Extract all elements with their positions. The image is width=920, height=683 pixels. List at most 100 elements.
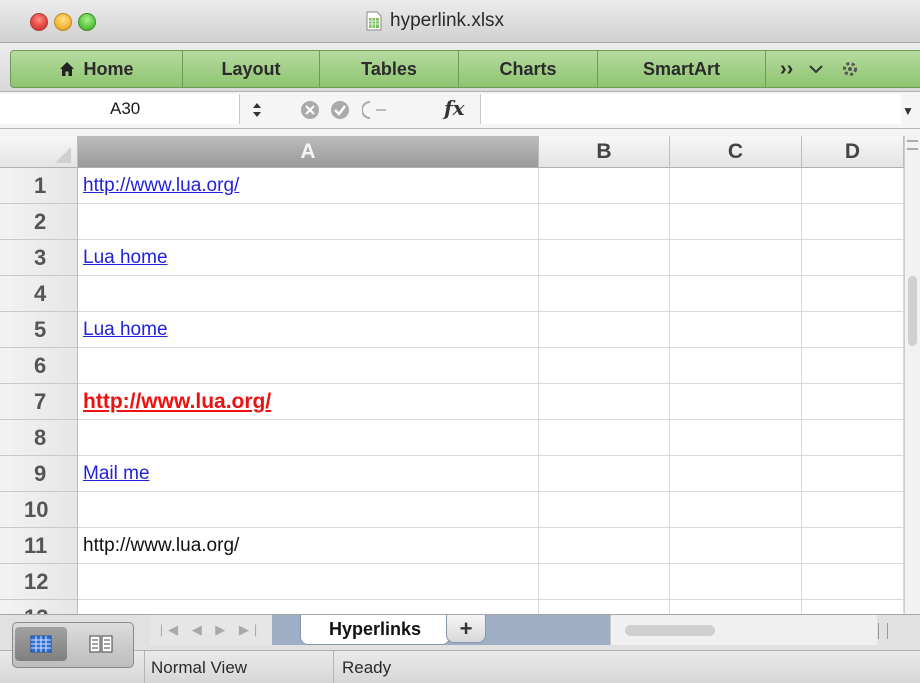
hyperlink-text[interactable]: Lua home (83, 319, 168, 341)
chevron-down-icon[interactable] (809, 64, 824, 74)
cell-c[interactable] (670, 600, 802, 614)
cell-c[interactable] (670, 168, 802, 204)
cell-d[interactable] (802, 420, 904, 456)
zoom-window-button[interactable] (78, 13, 96, 31)
tab-home[interactable]: Home (11, 51, 183, 87)
cell-c[interactable] (670, 492, 802, 528)
row-header[interactable]: 2 (0, 204, 78, 240)
page-layout-view-button[interactable] (75, 627, 127, 661)
cell-b[interactable] (539, 276, 670, 312)
row-header[interactable]: 9 (0, 456, 78, 492)
hyperlink-text[interactable]: Lua home (83, 247, 168, 269)
cell-c[interactable] (670, 528, 802, 564)
cell-b[interactable] (539, 348, 670, 384)
row-header[interactable]: 4 (0, 276, 78, 312)
cell-a[interactable]: http://www.lua.org/ (78, 528, 539, 564)
row-header[interactable]: 11 (0, 528, 78, 564)
horizontal-scroll-thumb[interactable] (625, 625, 715, 636)
cell-b[interactable] (539, 204, 670, 240)
horizontal-split-handle-icon[interactable] (878, 623, 888, 639)
cell-c[interactable] (670, 204, 802, 240)
formula-input[interactable] (480, 94, 901, 124)
cell-b[interactable] (539, 168, 670, 204)
cell-b[interactable] (539, 240, 670, 276)
cell-d[interactable] (802, 204, 904, 240)
cell-a[interactable] (78, 276, 539, 312)
cell-d[interactable] (802, 168, 904, 204)
cell-a[interactable] (78, 600, 539, 614)
column-header-b[interactable]: B (539, 136, 670, 168)
cell-a[interactable] (78, 492, 539, 528)
horizontal-scrollbar[interactable] (610, 615, 877, 645)
cell-a[interactable]: Lua home (78, 240, 539, 276)
cell-a[interactable]: Mail me (78, 456, 539, 492)
gear-icon[interactable] (839, 58, 861, 80)
sheet-tab-hyperlinks[interactable]: Hyperlinks (300, 615, 450, 645)
row-header[interactable]: 3 (0, 240, 78, 276)
cell-b[interactable] (539, 312, 670, 348)
close-window-button[interactable] (30, 13, 48, 31)
cell-c[interactable] (670, 240, 802, 276)
cell-a[interactable] (78, 204, 539, 240)
tab-smartart[interactable]: SmartArt (598, 51, 766, 87)
cell-d[interactable] (802, 600, 904, 614)
cell-d[interactable] (802, 456, 904, 492)
row-header[interactable]: 1 (0, 168, 78, 204)
cell-c[interactable] (670, 456, 802, 492)
vertical-scrollbar[interactable] (904, 136, 920, 614)
cell-b[interactable] (539, 456, 670, 492)
row-header[interactable]: 6 (0, 348, 78, 384)
cell-d[interactable] (802, 312, 904, 348)
cell-d[interactable] (802, 240, 904, 276)
cell-a[interactable]: http://www.lua.org/ (78, 168, 539, 204)
cell-b[interactable] (539, 564, 670, 600)
hyperlink-text[interactable]: Mail me (83, 463, 150, 485)
row-header[interactable]: 7 (0, 384, 78, 420)
cell-b[interactable] (539, 528, 670, 564)
cell-d[interactable] (802, 276, 904, 312)
name-box-stepper-icon[interactable] (250, 98, 264, 122)
sheet-navigation-arrows[interactable]: |◀ ◀ ▶ ▶| (150, 615, 272, 645)
tab-charts[interactable]: Charts (459, 51, 598, 87)
insert-function-icon[interactable] (362, 100, 400, 120)
cell-d[interactable] (802, 528, 904, 564)
cell-d[interactable] (802, 348, 904, 384)
cancel-formula-icon[interactable] (300, 100, 320, 120)
column-header-a[interactable]: A (78, 136, 539, 168)
cell-c[interactable] (670, 276, 802, 312)
minimize-window-button[interactable] (54, 13, 72, 31)
vertical-scroll-thumb[interactable] (908, 276, 917, 346)
normal-view-button[interactable] (15, 627, 67, 661)
row-header[interactable]: 13 (0, 600, 78, 614)
tab-layout[interactable]: Layout (183, 51, 320, 87)
cell-a[interactable] (78, 420, 539, 456)
cell-c[interactable] (670, 384, 802, 420)
cell-c[interactable] (670, 420, 802, 456)
split-handle-icon[interactable] (907, 140, 918, 150)
cell-c[interactable] (670, 348, 802, 384)
cell-d[interactable] (802, 564, 904, 600)
add-sheet-button[interactable]: + (446, 615, 486, 643)
hyperlink-text[interactable]: http://www.lua.org/ (83, 175, 239, 197)
cell-b[interactable] (539, 420, 670, 456)
cell-c[interactable] (670, 564, 802, 600)
more-tabs-icon[interactable]: ›› (780, 58, 793, 81)
column-header-c[interactable]: C (670, 136, 802, 168)
select-all-corner[interactable] (0, 136, 78, 168)
cell-a[interactable] (78, 564, 539, 600)
formula-expand-icon[interactable]: ▼ (902, 104, 914, 118)
row-header[interactable]: 12 (0, 564, 78, 600)
cell-d[interactable] (802, 384, 904, 420)
cell-a[interactable] (78, 348, 539, 384)
row-header[interactable]: 8 (0, 420, 78, 456)
cell-a[interactable]: Lua home (78, 312, 539, 348)
cell-c[interactable] (670, 312, 802, 348)
row-header[interactable]: 10 (0, 492, 78, 528)
cell-d[interactable] (802, 492, 904, 528)
row-header[interactable]: 5 (0, 312, 78, 348)
confirm-formula-icon[interactable] (330, 100, 350, 120)
column-header-d[interactable]: D (802, 136, 904, 168)
tab-tables[interactable]: Tables (320, 51, 459, 87)
cell-b[interactable] (539, 384, 670, 420)
hyperlink-text[interactable]: http://www.lua.org/ (83, 390, 271, 414)
